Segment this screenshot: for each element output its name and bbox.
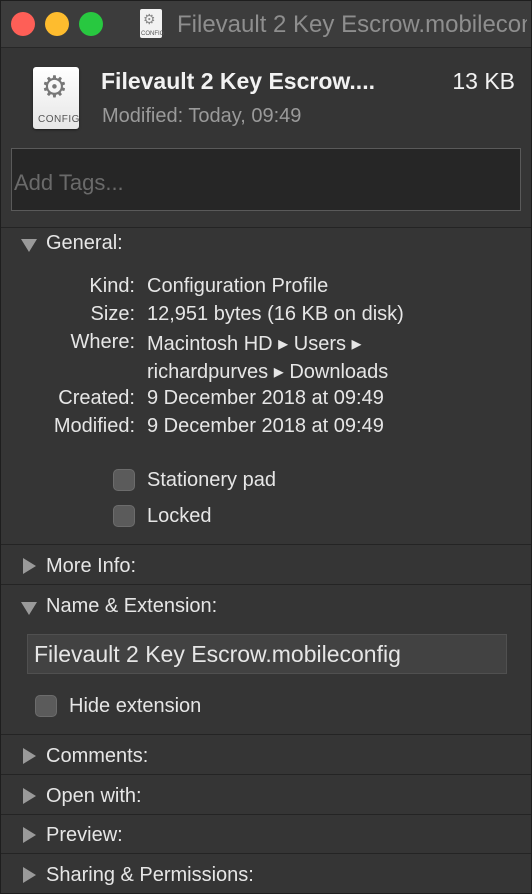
- disclosure-triangle-expanded-icon[interactable]: [21, 602, 37, 615]
- gear-icon: ⚙: [41, 71, 68, 104]
- disclosure-triangle-icon[interactable]: [23, 788, 36, 804]
- file-size: 13 KB: [452, 68, 515, 94]
- divider: [1, 584, 531, 585]
- divider: [1, 544, 531, 545]
- section-more-info[interactable]: More Info:: [21, 555, 241, 583]
- section-label: Preview:: [46, 824, 123, 846]
- section-label: Open with:: [46, 785, 142, 807]
- maximize-button[interactable]: [79, 12, 103, 36]
- close-button[interactable]: [11, 12, 35, 36]
- section-label: General:: [46, 232, 123, 254]
- get-info-window: ⚙ CONFIG Filevault 2 Key Escrow.mobileco…: [0, 0, 532, 894]
- file-name-input[interactable]: [28, 635, 506, 673]
- disclosure-triangle-icon[interactable]: [23, 748, 36, 764]
- hide-extension-checkbox[interactable]: [35, 695, 57, 717]
- divider: [1, 814, 531, 815]
- section-name-extension[interactable]: Name & Extension:: [21, 595, 281, 623]
- modified-label: Modified:: [102, 105, 184, 127]
- divider: [1, 774, 531, 775]
- locked-checkbox[interactable]: [113, 505, 135, 527]
- modified-summary: Modified: Today, 09:49: [102, 105, 301, 128]
- disclosure-triangle-icon[interactable]: [23, 558, 36, 574]
- section-general[interactable]: General:: [21, 232, 221, 260]
- kind-label: Kind:: [89, 275, 135, 297]
- created-value: 9 December 2018 at 09:49: [147, 387, 384, 409]
- modified-label: Modified:: [53, 415, 135, 437]
- tags-field[interactable]: [11, 148, 521, 211]
- hide-extension-label: Hide extension: [69, 695, 202, 717]
- section-open-with[interactable]: Open with:: [21, 785, 241, 813]
- config-file-icon[interactable]: ⚙ CONFIG: [140, 9, 165, 38]
- section-sharing-permissions[interactable]: Sharing & Permissions:: [21, 864, 321, 892]
- section-label: Comments:: [46, 745, 149, 767]
- section-label: Name & Extension:: [46, 595, 218, 617]
- locked-label: Locked: [147, 505, 212, 527]
- tags-input[interactable]: [12, 149, 520, 210]
- file-name: Filevault 2 Key Escrow....: [101, 68, 375, 94]
- config-file-icon[interactable]: ⚙ CONFIG: [33, 67, 79, 129]
- stationery-pad-label: Stationery pad: [147, 469, 276, 491]
- minimize-button[interactable]: [45, 12, 69, 36]
- gear-icon: ⚙: [143, 11, 156, 27]
- where-value-continued: richardpurves ▸ Downloads: [147, 361, 389, 383]
- icon-label: CONFIG: [141, 31, 165, 37]
- divider: [1, 853, 531, 854]
- size-label: Size:: [90, 303, 135, 325]
- modified-value: 9 December 2018 at 09:49: [147, 415, 384, 437]
- section-label: Sharing & Permissions:: [46, 864, 254, 886]
- disclosure-triangle-icon[interactable]: [23, 827, 36, 843]
- size-value: 12,951 bytes (16 KB on disk): [147, 303, 404, 325]
- section-preview[interactable]: Preview:: [21, 824, 241, 852]
- divider: [1, 227, 531, 228]
- divider: [1, 734, 531, 735]
- icon-label: CONFIG: [38, 114, 80, 125]
- disclosure-triangle-expanded-icon[interactable]: [21, 239, 37, 252]
- modified-value: Today, 09:49: [188, 105, 302, 127]
- section-comments[interactable]: Comments:: [21, 745, 241, 773]
- where-value: Macintosh HD ▸ Users ▸: [147, 333, 362, 355]
- disclosure-triangle-icon[interactable]: [23, 867, 36, 883]
- name-extension-field[interactable]: [27, 634, 507, 674]
- section-label: More Info:: [46, 555, 137, 577]
- window-title: Filevault 2 Key Escrow.mobileconfig: [177, 11, 527, 38]
- created-label: Created:: [58, 387, 135, 409]
- kind-value: Configuration Profile: [147, 275, 329, 297]
- where-label: Where:: [70, 331, 135, 353]
- stationery-pad-checkbox[interactable]: [113, 469, 135, 491]
- title-bar[interactable]: ⚙ CONFIG Filevault 2 Key Escrow.mobileco…: [1, 1, 531, 48]
